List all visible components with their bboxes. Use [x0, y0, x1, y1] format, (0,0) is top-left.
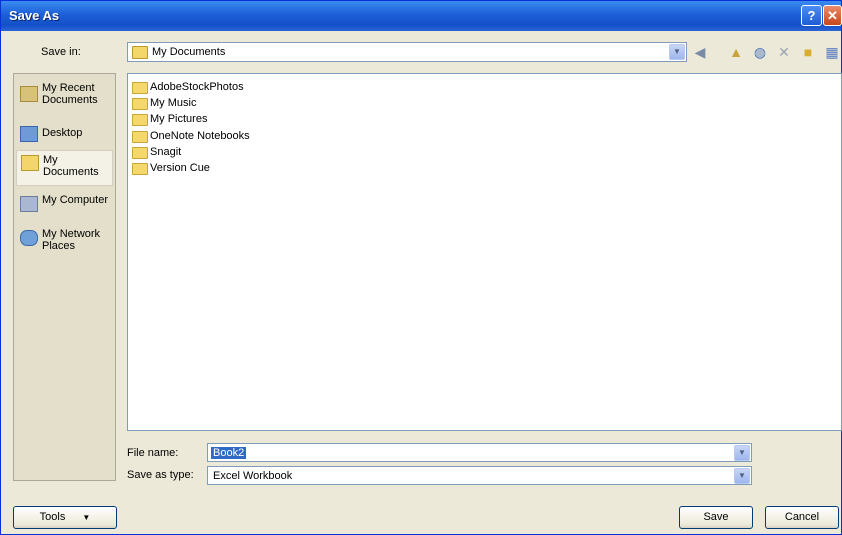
- list-item[interactable]: Version Cue: [132, 161, 210, 176]
- save-in-value: My Documents: [152, 46, 226, 58]
- cancel-button[interactable]: Cancel: [765, 506, 839, 529]
- place-my-network-places[interactable]: My Network Places: [16, 226, 113, 256]
- list-item[interactable]: My Music: [132, 96, 196, 111]
- list-item[interactable]: OneNote Notebooks: [132, 129, 250, 144]
- views-icon[interactable]: ▦: [823, 43, 841, 61]
- file-name: Snagit: [150, 146, 182, 158]
- documents-icon: [21, 155, 39, 171]
- network-icon: [20, 230, 38, 246]
- save-as-dialog: Save As ? ✕ Save in: My Documents ▼ ◀ ▲ …: [0, 0, 842, 535]
- desktop-icon: [20, 126, 38, 142]
- save-in-dropdown[interactable]: My Documents ▼: [127, 42, 687, 62]
- chevron-down-icon[interactable]: ▼: [734, 468, 750, 484]
- file-name-value: Book2: [211, 447, 247, 459]
- file-list[interactable]: AdobeStockPhotos My Music My Pictures On…: [127, 73, 842, 431]
- help-button[interactable]: ?: [801, 5, 822, 26]
- delete-icon[interactable]: ✕: [775, 43, 793, 61]
- computer-icon: [20, 196, 38, 212]
- save-as-type-dropdown[interactable]: Excel Workbook ▼: [207, 466, 752, 485]
- save-as-type-label: Save as type:: [127, 469, 194, 481]
- recent-icon: [20, 86, 38, 102]
- place-label: My Documents: [43, 154, 99, 178]
- window-title: Save As: [9, 8, 60, 23]
- folder-icon: [132, 147, 148, 159]
- chevron-down-icon[interactable]: ▼: [669, 44, 685, 60]
- place-label: My Computer: [42, 194, 109, 206]
- file-name: My Music: [150, 97, 197, 109]
- tools-label: Tools: [39, 511, 66, 523]
- folder-icon: [132, 46, 148, 59]
- file-name: My Pictures: [150, 113, 208, 125]
- list-item[interactable]: AdobeStockPhotos: [132, 80, 244, 95]
- close-button[interactable]: ✕: [823, 5, 842, 26]
- folder-icon: [132, 163, 148, 175]
- place-desktop[interactable]: Desktop: [16, 122, 113, 144]
- save-as-type-value: Excel Workbook: [213, 470, 293, 482]
- folder-icon: [132, 114, 148, 126]
- file-name-label: File name:: [127, 447, 179, 459]
- place-label: Desktop: [42, 127, 83, 139]
- place-label: My Network Places: [42, 228, 101, 252]
- chevron-down-icon: ▼: [82, 513, 91, 522]
- new-folder-icon[interactable]: ■: [799, 43, 817, 61]
- place-label: My Recent Documents: [42, 82, 98, 106]
- folder-icon: [132, 98, 148, 110]
- file-name: Version Cue: [150, 162, 210, 174]
- place-my-recent-documents[interactable]: My Recent Documents: [16, 82, 113, 114]
- list-item[interactable]: My Pictures: [132, 112, 207, 127]
- title-bar[interactable]: Save As ? ✕: [1, 1, 842, 31]
- up-folder-icon[interactable]: ▲: [727, 43, 745, 61]
- places-bar: My Recent Documents Desktop My Documents…: [13, 73, 116, 481]
- file-name: AdobeStockPhotos: [150, 81, 244, 93]
- save-in-label: Save in:: [41, 46, 81, 58]
- chevron-down-icon[interactable]: ▼: [734, 445, 750, 461]
- folder-icon: [132, 82, 148, 94]
- file-name-field[interactable]: Book2 ▼: [207, 443, 752, 462]
- place-my-documents[interactable]: My Documents: [16, 150, 113, 186]
- back-icon[interactable]: ◀: [691, 43, 709, 61]
- folder-icon: [132, 131, 148, 143]
- file-name: OneNote Notebooks: [150, 130, 250, 142]
- list-item[interactable]: Snagit: [132, 145, 181, 160]
- place-my-computer[interactable]: My Computer: [16, 192, 113, 222]
- tools-button[interactable]: Tools ▼: [13, 506, 117, 529]
- search-web-icon[interactable]: ◍: [751, 43, 769, 61]
- save-button[interactable]: Save: [679, 506, 753, 529]
